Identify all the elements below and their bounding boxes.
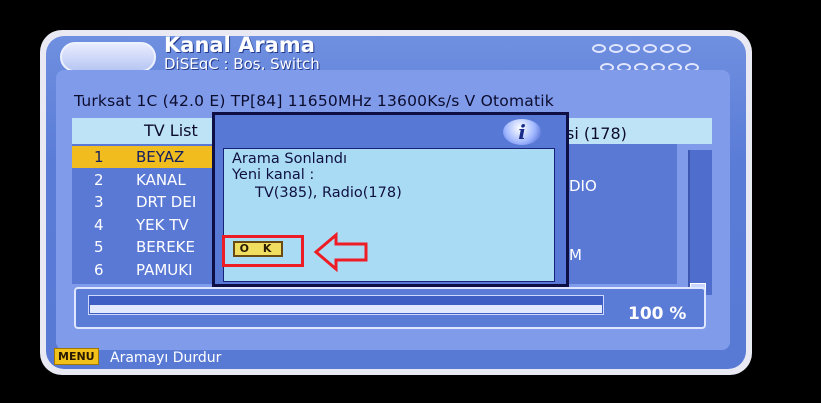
stop-search-hint: Aramayı Durdur [110,350,222,366]
channel-row[interactable]: 5 BEREKE [72,236,222,258]
channel-number: 4 [94,216,104,234]
satellite-info: Turksat 1C (42.0 E) TP[84] 11650MHz 1360… [74,92,554,110]
channel-name: DRT DEI [136,193,197,211]
pointer-arrow-icon [313,231,368,273]
dialog-title: Arama Sonlandı [232,151,347,167]
channel-name: PAMUKI [136,261,193,279]
channel-number: 6 [94,261,104,279]
channel-name: YEK TV [136,216,189,234]
tab-tv-list[interactable]: TV List [144,121,198,140]
ok-highlight-box [222,235,304,267]
channel-number: 2 [94,171,104,189]
channel-row[interactable]: 2 KANAL [72,169,222,191]
channel-row[interactable]: 6 PAMUKI [72,259,222,281]
radio-channel-fragment: DIO [569,177,597,195]
dialog-channel-counts: TV(385), Radio(178) [255,185,402,201]
tab-radio-list[interactable]: si (178) [566,124,627,143]
radio-channel-fragment: M [569,246,582,264]
channel-row[interactable]: 3 DRT DEI [72,191,222,213]
channel-row[interactable]: 4 YEK TV [72,214,222,236]
page-title: Kanal Arama [164,33,315,57]
dialog-new-channels-label: Yeni kanal : [232,167,315,183]
progress-percent: 100 % [628,304,687,324]
progress-fill [90,305,602,313]
scrollbar[interactable] [688,150,712,295]
channel-row[interactable]: 1 BEYAZ [72,146,212,168]
logo-pill [60,42,156,72]
channel-number: 3 [94,193,104,211]
info-icon: i [503,119,541,145]
menu-key-badge[interactable]: MENU [54,348,99,365]
channel-name: KANAL [136,171,186,189]
channel-number: 5 [94,238,104,256]
channel-name: BEYAZ [136,148,185,166]
channel-number: 1 [94,148,104,166]
channel-name: BEREKE [136,238,195,256]
